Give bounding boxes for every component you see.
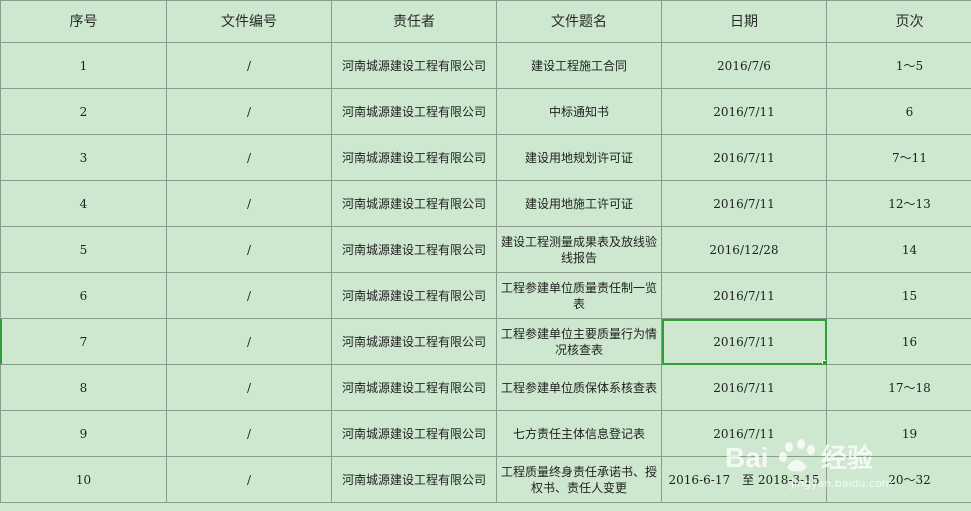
cell-no[interactable]: 3: [0, 134, 167, 181]
cell-no[interactable]: 10: [0, 456, 167, 503]
cell-no[interactable]: 1: [0, 42, 167, 89]
cell-title[interactable]: 建设用地规划许可证: [496, 134, 662, 181]
header-row: 序号 文件编号 责任者 文件题名 日期 页次: [0, 0, 971, 43]
cell-date[interactable]: 2016/7/11: [661, 410, 827, 457]
cell-no[interactable]: 8: [0, 364, 167, 411]
cell-pages[interactable]: 16: [826, 318, 971, 365]
data-table: 序号 文件编号 责任者 文件题名 日期 页次 1/河南城源建设工程有限公司 建设工…: [0, 0, 971, 503]
cell-owner[interactable]: 河南城源建设工程有限公司: [331, 226, 497, 273]
cell-pages[interactable]: 17～18: [826, 364, 971, 411]
cell-owner[interactable]: 河南城源建设工程有限公司: [331, 272, 497, 319]
cell-owner[interactable]: 河南城源建设工程有限公司: [331, 318, 497, 365]
cell-pages[interactable]: 14: [826, 226, 971, 273]
header-cell-no[interactable]: 序号: [0, 0, 167, 43]
table-row[interactable]: 9/河南城源建设工程有限公司 七方责任主体信息登记表 2016/7/11 19: [0, 410, 971, 457]
cell-title[interactable]: 建设工程测量成果表及放线验线报告: [496, 226, 662, 273]
cell-pages[interactable]: 20～32: [826, 456, 971, 503]
table-row[interactable]: 10/河南城源建设工程有限公司 工程质量终身责任承诺书、授权书、责任人变更 2016…: [0, 456, 971, 503]
cell-owner[interactable]: 河南城源建设工程有限公司: [331, 410, 497, 457]
cell-pages[interactable]: 19: [826, 410, 971, 457]
table-row[interactable]: 4/河南城源建设工程有限公司 建设用地施工许可证 2016/7/11 12～13: [0, 180, 971, 227]
cell-pages[interactable]: 6: [826, 88, 971, 135]
cell-owner[interactable]: 河南城源建设工程有限公司: [331, 180, 497, 227]
cell-code[interactable]: /: [166, 456, 332, 503]
header-cell-code[interactable]: 文件编号: [166, 0, 332, 43]
table-row[interactable]: 7/河南城源建设工程有限公司 工程参建单位主要质量行为情况核查表 2016/7/11…: [0, 318, 971, 365]
cell-no[interactable]: 2: [0, 88, 167, 135]
cell-title[interactable]: 建设工程施工合同: [496, 42, 662, 89]
selected-cell-date[interactable]: 2016/7/11: [661, 318, 827, 365]
cell-code[interactable]: /: [166, 42, 332, 89]
cell-date[interactable]: 2016/7/11: [661, 88, 827, 135]
table-row[interactable]: 5/河南城源建设工程有限公司 建设工程测量成果表及放线验线报告 2016/12/28…: [0, 226, 971, 273]
cell-code[interactable]: /: [166, 410, 332, 457]
cell-pages[interactable]: 1～5: [826, 42, 971, 89]
cell-title[interactable]: 建设用地施工许可证: [496, 180, 662, 227]
cell-date[interactable]: 2016/7/11: [661, 364, 827, 411]
cell-no[interactable]: 7: [0, 318, 167, 365]
table-row[interactable]: 3/河南城源建设工程有限公司 建设用地规划许可证 2016/7/11 7～11: [0, 134, 971, 181]
cell-pages[interactable]: 7～11: [826, 134, 971, 181]
header-cell-title[interactable]: 文件题名: [496, 0, 662, 43]
cell-no[interactable]: 6: [0, 272, 167, 319]
cell-title[interactable]: 中标通知书: [496, 88, 662, 135]
cell-date[interactable]: 2016-6-17 至 2018-3-15: [661, 456, 827, 503]
fill-handle[interactable]: [822, 360, 826, 364]
cell-date[interactable]: 2016/7/11: [661, 272, 827, 319]
table-row[interactable]: 8/河南城源建设工程有限公司 工程参建单位质保体系核查表 2016/7/11 17～1…: [0, 364, 971, 411]
cell-owner[interactable]: 河南城源建设工程有限公司: [331, 88, 497, 135]
header-cell-date[interactable]: 日期: [661, 0, 827, 43]
cell-owner[interactable]: 河南城源建设工程有限公司: [331, 134, 497, 181]
cell-code[interactable]: /: [166, 364, 332, 411]
cell-no[interactable]: 5: [0, 226, 167, 273]
cell-no[interactable]: 4: [0, 180, 167, 227]
cell-owner[interactable]: 河南城源建设工程有限公司: [331, 364, 497, 411]
cell-title[interactable]: 工程参建单位质量责任制一览表: [496, 272, 662, 319]
cell-title[interactable]: 工程参建单位主要质量行为情况核查表: [496, 318, 662, 365]
cell-date[interactable]: 2016/12/28: [661, 226, 827, 273]
cell-code[interactable]: /: [166, 318, 332, 365]
cell-code[interactable]: /: [166, 134, 332, 181]
cell-pages[interactable]: 12～13: [826, 180, 971, 227]
cell-code[interactable]: /: [166, 88, 332, 135]
cell-owner[interactable]: 河南城源建设工程有限公司: [331, 42, 497, 89]
cell-owner[interactable]: 河南城源建设工程有限公司: [331, 456, 497, 503]
cell-date[interactable]: 2016/7/11: [661, 134, 827, 181]
cell-code[interactable]: /: [166, 226, 332, 273]
cell-no[interactable]: 9: [0, 410, 167, 457]
header-cell-owner[interactable]: 责任者: [331, 0, 497, 43]
cell-title[interactable]: 工程参建单位质保体系核查表: [496, 364, 662, 411]
cell-pages[interactable]: 15: [826, 272, 971, 319]
active-row-marker: [0, 319, 2, 364]
spreadsheet[interactable]: 序号 文件编号 责任者 文件题名 日期 页次 1/河南城源建设工程有限公司 建设工…: [0, 0, 971, 511]
cell-code[interactable]: /: [166, 272, 332, 319]
table-row[interactable]: 1/河南城源建设工程有限公司 建设工程施工合同 2016/7/6 1～5: [0, 42, 971, 89]
header-cell-pages[interactable]: 页次: [826, 0, 971, 43]
cell-title[interactable]: 七方责任主体信息登记表: [496, 410, 662, 457]
cell-date[interactable]: 2016/7/11: [661, 180, 827, 227]
table-row[interactable]: 6/河南城源建设工程有限公司 工程参建单位质量责任制一览表 2016/7/11 15: [0, 272, 971, 319]
cell-title[interactable]: 工程质量终身责任承诺书、授权书、责任人变更: [496, 456, 662, 503]
table-row[interactable]: 2/河南城源建设工程有限公司 中标通知书 2016/7/11 6: [0, 88, 971, 135]
cell-code[interactable]: /: [166, 180, 332, 227]
cell-date[interactable]: 2016/7/6: [661, 42, 827, 89]
